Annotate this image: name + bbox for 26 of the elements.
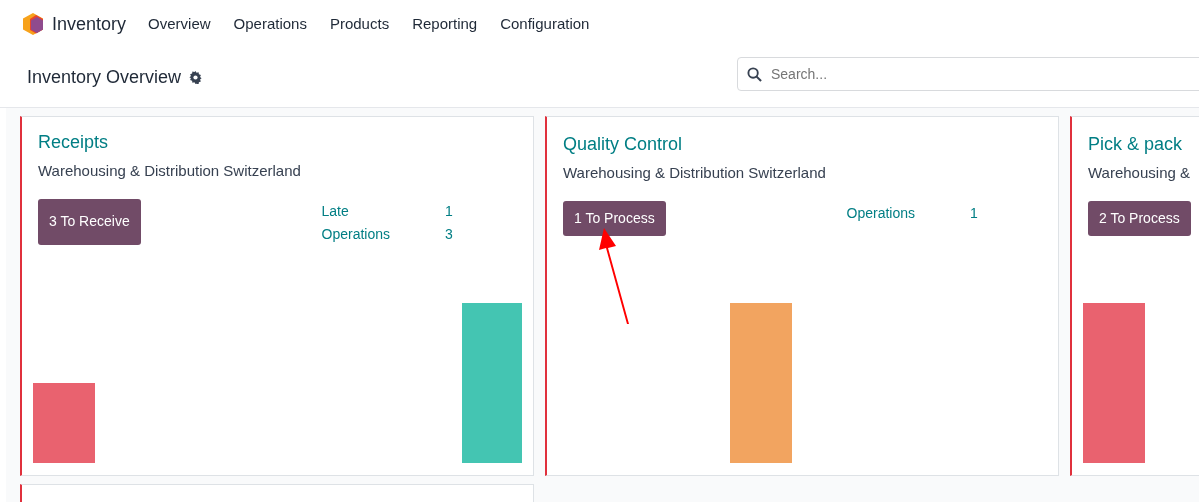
card-subtitle: Warehousing &: [1088, 163, 1191, 183]
card-title[interactable]: Receipts: [38, 129, 109, 156]
process-button[interactable]: 1 To Process: [563, 200, 666, 236]
app-logo-icon: [22, 12, 44, 36]
menu-item[interactable]: Operations: [233, 12, 307, 36]
card-title[interactable]: Pick & pack: [1088, 131, 1183, 158]
card-subtitle: Warehousing & Distribution Switzerland: [563, 163, 827, 183]
stat-label[interactable]: Late: [321, 200, 390, 222]
card-subtitle: Warehousing & Distribution Switzerland: [38, 161, 302, 181]
menu-item[interactable]: Overview: [148, 12, 211, 36]
settings-icon[interactable]: [189, 71, 203, 84]
search-icon: [747, 67, 762, 82]
menu-item[interactable]: Products: [329, 12, 390, 36]
menu-item[interactable]: Reporting: [412, 12, 478, 36]
stat-label[interactable]: Operations: [321, 223, 390, 245]
card-title[interactable]: Quality Control: [563, 131, 683, 158]
stat-label[interactable]: Operations: [846, 202, 915, 224]
stat-value[interactable]: 3: [445, 223, 485, 245]
process-button[interactable]: 2 To Process: [1088, 200, 1191, 236]
search-field[interactable]: Search...: [737, 57, 1199, 91]
page-title: Inventory Overview: [27, 66, 182, 89]
stat-value[interactable]: 1: [445, 200, 485, 222]
stat-value[interactable]: 1: [970, 202, 1010, 224]
menu-item[interactable]: Configuration: [500, 12, 590, 36]
app-name[interactable]: Inventory: [52, 10, 127, 38]
process-button[interactable]: 3 To Receive: [38, 198, 141, 245]
